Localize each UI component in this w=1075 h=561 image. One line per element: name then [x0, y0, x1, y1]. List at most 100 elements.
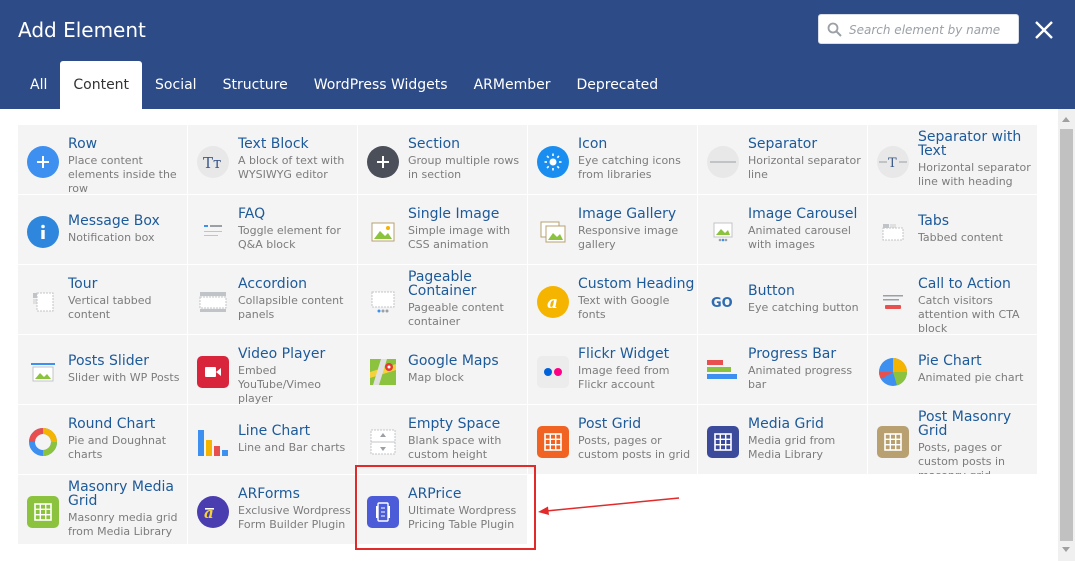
category-tabs: All Content Social Structure WordPress W…	[18, 61, 671, 109]
scroll-up-arrow-icon[interactable]	[1062, 117, 1070, 122]
element-media-grid[interactable]: Media Grid Media grid from Media Library	[698, 405, 867, 474]
element-custom-heading[interactable]: a Custom Heading Text with Google fonts	[528, 265, 697, 334]
element-description: Posts, pages or custom posts in masonry …	[918, 441, 1006, 474]
element-video-player[interactable]: Video Player Embed YouTube/Vimeo player	[188, 335, 357, 404]
element-description: Simple image with CSS animation	[408, 224, 511, 251]
element-progress-bar[interactable]: Progress Bar Animated progress bar	[698, 335, 867, 404]
arforms-icon: a	[197, 496, 229, 528]
highlight-box	[355, 465, 536, 550]
separator-text-icon: T	[877, 146, 909, 178]
element-pageable-container[interactable]: Pageable Container Pageable content conta…	[358, 265, 527, 334]
accordion-icon	[197, 286, 229, 318]
element-arforms[interactable]: a ARForms Exclusive Wordpress Form Builder…	[188, 475, 357, 544]
element-tabs[interactable]: Tabs Tabbed content	[868, 195, 1037, 264]
element-description: A block of text with WYSIWYG editor	[238, 154, 345, 181]
grid-icon	[27, 496, 59, 528]
element-masonry-media-grid[interactable]: Masonry Media Grid Masonry media grid fro…	[18, 475, 187, 544]
dialog-body: Row Place content elements inside the row…	[0, 109, 1075, 561]
element-description: Blank space with custom height	[408, 434, 502, 461]
grid-icon	[537, 426, 569, 458]
cta-icon	[877, 286, 909, 318]
search-input[interactable]	[849, 20, 1014, 40]
tabs-icon	[877, 216, 909, 248]
element-faq[interactable]: FAQ Toggle element for Q&A block	[188, 195, 357, 264]
element-description: Embed YouTube/Vimeo player	[238, 364, 321, 404]
scrollbar[interactable]	[1058, 109, 1075, 561]
info-icon	[27, 216, 59, 248]
element-description: Horizontal separator line with heading	[918, 161, 1031, 188]
element-tour[interactable]: Tour Vertical tabbed content	[18, 265, 187, 334]
svg-text:GO: GO	[711, 296, 733, 309]
element-description: Animated pie chart	[918, 371, 1024, 384]
element-message-box[interactable]: Message Box Notification box	[18, 195, 187, 264]
element-name: Row	[68, 136, 98, 152]
element-name: Tour	[68, 276, 98, 292]
svg-text:a: a	[204, 504, 214, 521]
element-row[interactable]: Row Place content elements inside the row	[18, 125, 187, 194]
element-description: Line and Bar charts	[238, 441, 346, 454]
element-name: Posts Slider	[68, 353, 149, 369]
tab-structure[interactable]: Structure	[210, 61, 301, 109]
element-post-masonry-grid[interactable]: Post Masonry Grid Posts, pages or custom …	[868, 405, 1037, 474]
search-box[interactable]	[818, 14, 1019, 44]
element-name: Image Carousel	[748, 206, 858, 222]
scroll-down-arrow-icon[interactable]	[1062, 547, 1070, 552]
line-chart-icon	[197, 426, 229, 458]
element-image-carousel[interactable]: Image Carousel Animated carousel with ima…	[698, 195, 867, 264]
element-flickr-widget[interactable]: Flickr Widget Image feed from Flickr acco…	[528, 335, 697, 404]
element-text-block[interactable]: Tт Text Block A block of text with WYSIWYG…	[188, 125, 357, 194]
carousel-icon	[707, 216, 739, 248]
element-description: Collapsible content panels	[238, 294, 344, 321]
annotation-arrow-icon	[538, 497, 680, 515]
element-line-chart[interactable]: Line Chart Line and Bar charts	[188, 405, 357, 474]
element-icon[interactable]: Icon Eye catching icons from libraries	[528, 125, 697, 194]
element-name: Separator	[748, 136, 818, 152]
element-button[interactable]: GO Button Eye catching button	[698, 265, 867, 334]
tab-social[interactable]: Social	[142, 61, 210, 109]
video-icon	[197, 356, 229, 388]
faq-icon	[197, 216, 229, 248]
element-call-to-action[interactable]: Call to Action Catch visitors attention w…	[868, 265, 1037, 334]
plus-icon	[27, 146, 59, 178]
element-image-gallery[interactable]: Image Gallery Responsive image gallery	[528, 195, 697, 264]
element-post-grid[interactable]: Post Grid Posts, pages or custom posts in…	[528, 405, 697, 474]
element-separator[interactable]: Separator Horizontal separator line	[698, 125, 867, 194]
element-name: Accordion	[238, 276, 308, 292]
grid-icon	[707, 426, 739, 458]
element-description: Horizontal separator line	[748, 154, 861, 181]
tab-wordpress-widgets[interactable]: WordPress Widgets	[301, 61, 461, 109]
dialog-header: Add Element All Content Social Structure…	[0, 0, 1075, 109]
close-icon[interactable]	[1033, 19, 1055, 41]
posts-slider-icon	[27, 356, 59, 388]
element-google-maps[interactable]: Google Maps Map block	[358, 335, 527, 404]
tour-icon	[27, 286, 59, 318]
svg-text:T: T	[888, 156, 897, 170]
element-section[interactable]: Section Group multiple rows in section	[358, 125, 527, 194]
element-description: Media grid from Media Library	[748, 434, 836, 461]
gallery-icon	[537, 216, 569, 248]
element-description: Tabbed content	[918, 231, 1003, 244]
element-name: Video Player	[238, 346, 326, 362]
element-pie-chart[interactable]: Pie Chart Animated pie chart	[868, 335, 1037, 404]
element-single-image[interactable]: Single Image Simple image with CSS animat…	[358, 195, 527, 264]
scrollbar-thumb[interactable]	[1060, 129, 1073, 541]
element-separator-with-text[interactable]: T Separator with Text Horizontal separator…	[868, 125, 1037, 194]
element-name: Media Grid	[748, 416, 824, 432]
element-posts-slider[interactable]: Posts Slider Slider with WP Posts	[18, 335, 187, 404]
tab-all[interactable]: All	[18, 61, 60, 109]
tab-content[interactable]: Content	[60, 61, 143, 109]
element-description: Pageable content container	[408, 301, 504, 328]
svg-text:a: a	[547, 293, 558, 311]
element-round-chart[interactable]: Round Chart Pie and Doughnat charts	[18, 405, 187, 474]
map-icon	[367, 356, 399, 388]
grid-icon	[877, 426, 909, 458]
element-description: Catch visitors attention with CTA block	[918, 294, 1020, 334]
separator-icon	[707, 146, 739, 178]
element-description: Eye catching icons from libraries	[578, 154, 681, 181]
dialog-title: Add Element	[18, 18, 146, 42]
tab-armember[interactable]: ARMember	[461, 61, 564, 109]
element-empty-space[interactable]: Empty Space Blank space with custom heigh…	[358, 405, 527, 474]
element-description: Masonry media grid from Media Library	[68, 511, 178, 538]
tab-deprecated[interactable]: Deprecated	[563, 61, 671, 109]
element-accordion[interactable]: Accordion Collapsible content panels	[188, 265, 357, 334]
